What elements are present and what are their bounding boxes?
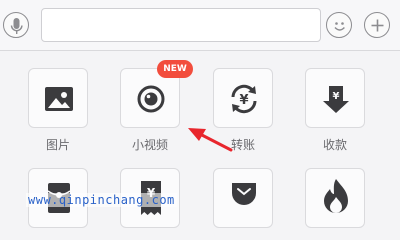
app-tile-transfer[interactable]: ¥: [213, 68, 273, 128]
watermark-text: www.qinpinchang.com: [26, 193, 177, 207]
app-label-receive: 收款: [322, 138, 347, 152]
flame-icon: [324, 179, 348, 213]
more-button[interactable]: [364, 12, 390, 38]
chat-input-bar: [0, 0, 400, 51]
voice-button[interactable]: [3, 12, 29, 38]
message-input[interactable]: [41, 8, 321, 42]
new-badge: NEW: [157, 60, 193, 78]
annotation-arrow-icon: [188, 128, 233, 152]
receive-yuan-icon: ¥: [323, 86, 349, 113]
plus-icon: [371, 19, 384, 32]
app-tile-photos[interactable]: [28, 68, 88, 128]
pocket-icon: [232, 183, 256, 205]
smiley-icon: [334, 22, 345, 31]
image-icon: [45, 87, 73, 111]
app-tile-flame[interactable]: [305, 168, 365, 228]
svg-text:¥: ¥: [239, 93, 248, 108]
video-lens-icon: [137, 85, 165, 113]
app-label-short-video: 小视频: [131, 138, 168, 152]
microphone-icon: [10, 18, 23, 34]
app-label-photos: 图片: [45, 138, 70, 152]
svg-text:¥: ¥: [333, 91, 340, 102]
emoji-button[interactable]: [326, 12, 352, 38]
transfer-yuan-icon: ¥: [231, 84, 257, 114]
app-tile-pocket[interactable]: [213, 168, 273, 228]
app-tile-receive[interactable]: ¥: [305, 68, 365, 128]
